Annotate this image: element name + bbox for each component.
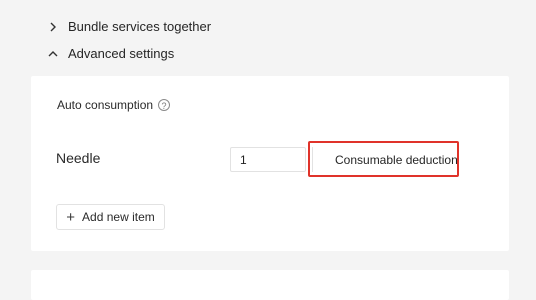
auto-consumption-heading: Auto consumption ? bbox=[57, 98, 171, 112]
plus-icon: + bbox=[66, 208, 76, 226]
next-panel bbox=[31, 270, 509, 300]
highlight-annotation: Consumable deduction bbox=[308, 141, 459, 177]
bundle-services-toggle[interactable]: Bundle services together bbox=[48, 19, 211, 34]
advanced-settings-label: Advanced settings bbox=[68, 46, 175, 61]
bundle-services-label: Bundle services together bbox=[68, 19, 212, 34]
add-new-item-button[interactable]: + Add new item bbox=[56, 204, 165, 230]
question-circle-icon[interactable]: ? bbox=[158, 99, 171, 111]
auto-consumption-label: Auto consumption bbox=[57, 98, 154, 112]
chevron-right-icon bbox=[48, 22, 58, 32]
add-new-item-label: Add new item bbox=[82, 210, 155, 224]
item-name: Needle bbox=[56, 150, 101, 166]
consumable-deduction-select[interactable]: Consumable deduction bbox=[312, 147, 458, 172]
quantity-input[interactable] bbox=[230, 147, 306, 172]
advanced-settings-panel: Auto consumption ? Needle Consumable ded… bbox=[31, 76, 509, 251]
advanced-settings-toggle[interactable]: Advanced settings bbox=[48, 46, 174, 61]
chevron-up-icon bbox=[48, 49, 58, 59]
consumable-deduction-label: Consumable deduction bbox=[335, 152, 458, 167]
